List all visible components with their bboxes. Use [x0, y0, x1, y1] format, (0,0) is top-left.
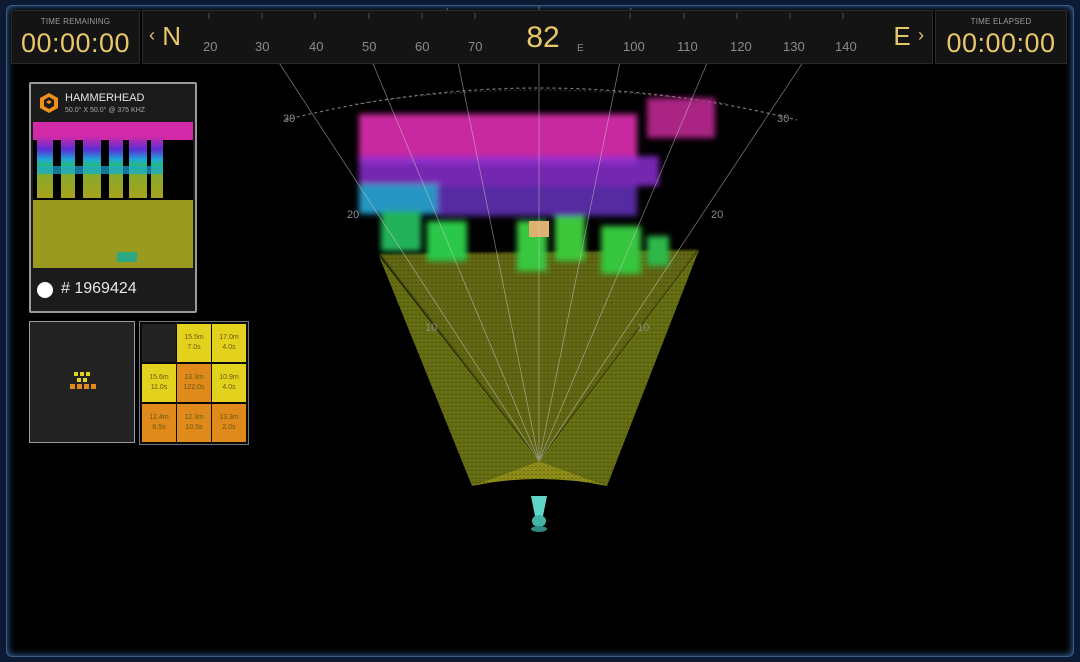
compass-tick-label: 130	[783, 39, 805, 54]
target-thumbnail[interactable]	[33, 122, 193, 268]
grid-cell-time: 8.5s	[152, 424, 166, 431]
compass-bar[interactable]: 20 30 40 50 60 70 E 100 110 120 130 140	[142, 10, 933, 64]
sonar-returns	[359, 98, 715, 274]
minimap-dots	[70, 372, 96, 389]
compass-tick-label: 50	[362, 39, 376, 54]
grid-cell-time: 4.0s	[222, 344, 236, 351]
grid-cell[interactable]: 15.5m 7.0s	[177, 324, 211, 362]
grid-cell[interactable]: 17.0m 4.0s	[212, 324, 246, 362]
grid-cell[interactable]: 12.4m 8.5s	[142, 404, 176, 442]
range-label: 10	[637, 322, 649, 334]
target-card[interactable]: HAMMERHEAD 50.0° X 50.0° @ 375 KHZ # 196…	[29, 82, 197, 313]
grid-cell[interactable]	[142, 324, 176, 362]
compass-tick-label: 120	[730, 39, 752, 54]
time-remaining-value: 00:00:00	[20, 28, 131, 58]
time-remaining-panel: TIME REMAINING 00:00:00	[11, 10, 140, 64]
grid-cell-time: 4.0s	[222, 384, 236, 391]
cube-icon	[40, 93, 58, 113]
compass-tick-label: 40	[309, 39, 323, 54]
range-label: 30	[283, 113, 295, 125]
grid-cell-range: 10.9m	[219, 374, 239, 381]
grid-cell[interactable]: 10.9m 4.0s	[212, 364, 246, 402]
grid-cell[interactable]: 12.3m 10.5s	[177, 404, 211, 442]
compass-tick-label: 30	[255, 39, 269, 54]
grid-cell-range: 15.5m	[184, 334, 204, 341]
time-elapsed-panel: TIME ELAPSED 00:00:00	[935, 10, 1067, 64]
grid-cell-time: 7.0s	[187, 344, 201, 351]
grid-cell[interactable]: 13.3m 122.0s	[177, 364, 211, 402]
compass-right-button[interactable]: E ›	[893, 21, 924, 52]
compass-right-label: E	[893, 21, 911, 51]
compass-tick-label: 100	[623, 39, 645, 54]
grid-cell-range: 15.6m	[149, 374, 169, 381]
scan-texture	[367, 246, 707, 491]
grid-cell-time: 11.0s	[150, 384, 168, 391]
grid-cell-time: 2.0s	[222, 424, 236, 431]
minimap-panel[interactable]	[29, 321, 135, 443]
compass-left-button[interactable]: ‹ N	[149, 21, 181, 52]
compass-tick-label: 110	[677, 39, 698, 54]
compass-left-label: N	[162, 21, 182, 51]
grid-cell-time: 10.5s	[185, 424, 203, 431]
transducer-icon	[531, 496, 547, 532]
sonar-window: 30 30 20 20 10 10 TIME REMAINING 00:00:0…	[6, 5, 1074, 657]
range-label: 20	[347, 209, 359, 221]
compass-tick-label: 60	[415, 39, 429, 54]
range-label: 10	[425, 322, 437, 334]
chevron-left-icon: ‹	[149, 25, 155, 45]
target-name: HAMMERHEAD	[65, 92, 145, 104]
time-elapsed-label: TIME ELAPSED	[970, 17, 1032, 26]
time-remaining-label: TIME REMAINING	[40, 17, 111, 26]
grid-cell-range: 13.3m	[219, 414, 239, 421]
grid-cell-range: 12.4m	[149, 414, 169, 421]
status-dot-icon	[37, 282, 53, 298]
target-id: # 1969424	[61, 280, 137, 297]
range-label: 20	[711, 209, 723, 221]
chevron-right-icon: ›	[918, 25, 924, 45]
target-header: HAMMERHEAD 50.0° X 50.0° @ 375 KHZ	[37, 90, 191, 120]
compass-tick-label: 140	[835, 39, 857, 54]
compass-tick-label: 20	[203, 39, 217, 54]
grid-cell-range: 17.0m	[219, 334, 239, 341]
heading-value: 82	[526, 21, 560, 54]
compass-east-mark: E	[577, 43, 584, 54]
compass-tick-label: 70	[468, 39, 482, 54]
detection-grid[interactable]: 15.5m 7.0s 17.0m 4.0s 15.6m 11.0s 13.3m …	[139, 321, 249, 445]
grid-cell[interactable]: 15.6m 11.0s	[142, 364, 176, 402]
grid-cell-range: 13.3m	[184, 374, 204, 381]
time-elapsed-value: 00:00:00	[946, 28, 1056, 58]
grid-cell-range: 12.3m	[184, 414, 204, 421]
range-label: 30	[777, 113, 789, 125]
grid-cell[interactable]: 13.3m 2.0s	[212, 404, 246, 442]
grid-cell-time: 122.0s	[183, 384, 205, 391]
target-spec: 50.0° X 50.0° @ 375 KHZ	[65, 107, 146, 114]
